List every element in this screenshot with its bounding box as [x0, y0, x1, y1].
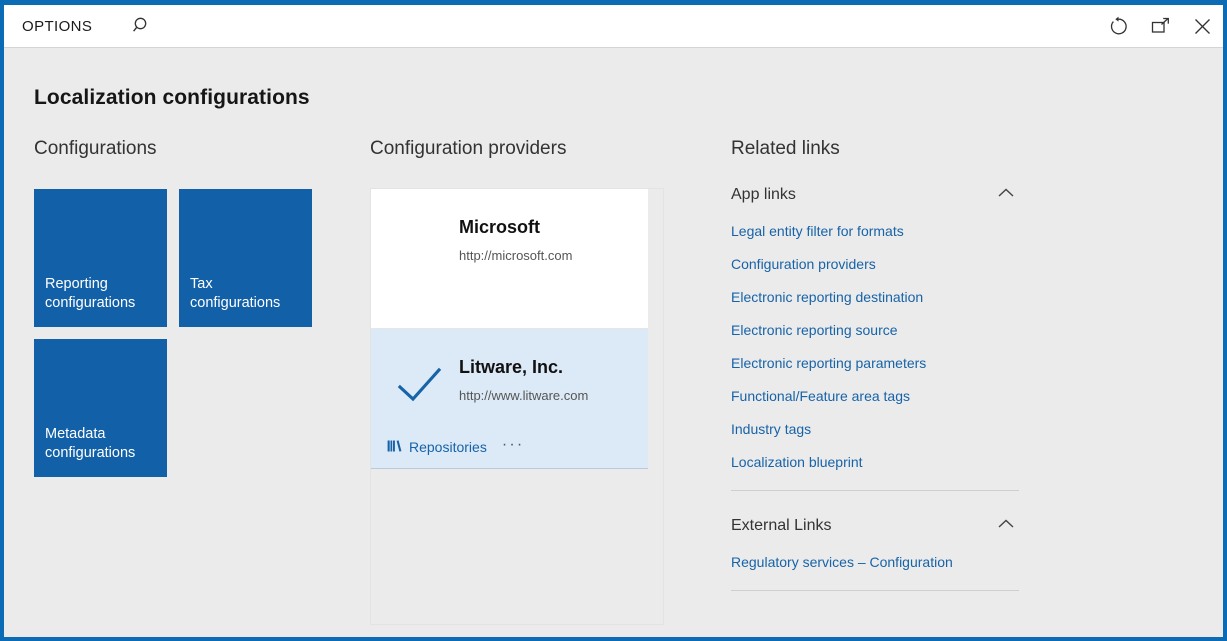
tile-label: Metadata configurations — [45, 426, 136, 461]
related-links-section: Related links App links Legal entity fil… — [731, 138, 1031, 591]
related-links-group-app-links: App links Legal entity filter for format… — [731, 184, 1031, 470]
options-button[interactable]: OPTIONS — [12, 14, 102, 39]
configuration-providers-heading: Configuration providers — [370, 138, 567, 159]
provider-name: Microsoft — [459, 217, 540, 237]
configuration-providers-section: Configuration providers Microsoft http:/… — [370, 138, 690, 625]
related-links-group-external-links: External Links Regulatory services – Con… — [731, 515, 1031, 570]
link-functional-feature-area-tags[interactable]: Functional/Feature area tags — [731, 388, 910, 404]
link-electronic-reporting-source[interactable]: Electronic reporting source — [731, 322, 898, 338]
section-divider-bottom — [731, 590, 1019, 591]
provider-url: http://www.litware.com — [459, 388, 589, 403]
configurations-section: Configurations Reporting configurations … — [34, 138, 334, 477]
group-title: External Links — [731, 517, 832, 534]
repositories-button[interactable]: Repositories — [387, 439, 487, 456]
related-links-heading: Related links — [731, 138, 840, 159]
checkmark-icon — [381, 353, 459, 405]
provider-actions: Repositories ··· — [371, 437, 648, 468]
page-body: Localization configurations Configuratio… — [4, 48, 1223, 637]
tile-tax-configurations[interactable]: Tax configurations — [179, 189, 312, 327]
command-bar: OPTIONS — [4, 5, 1223, 48]
external-links-group-header[interactable]: External Links — [731, 515, 1019, 537]
link-localization-blueprint[interactable]: Localization blueprint — [731, 454, 863, 470]
provider-overflow-menu-button[interactable]: ··· — [500, 437, 527, 456]
provider-url: http://microsoft.com — [459, 248, 573, 263]
link-regulatory-services-configuration[interactable]: Regulatory services – Configuration — [731, 554, 953, 570]
provider-text: Microsoft http://microsoft.com — [459, 213, 572, 263]
provider-text: Litware, Inc. http://www.litware.com — [459, 353, 588, 403]
configuration-providers-list: Microsoft http://microsoft.com Litware, … — [370, 188, 664, 625]
provider-card-body: Microsoft http://microsoft.com — [371, 189, 648, 297]
tile-label: Tax configurations — [190, 276, 281, 311]
tile-label: Reporting configurations — [45, 276, 136, 311]
provider-card-litware[interactable]: Litware, Inc. http://www.litware.com Rep… — [371, 329, 648, 469]
link-industry-tags[interactable]: Industry tags — [731, 421, 811, 437]
group-title: App links — [731, 186, 796, 203]
app-links-group-header[interactable]: App links — [731, 184, 1019, 206]
provider-name: Litware, Inc. — [459, 357, 564, 377]
popout-icon[interactable] — [1139, 5, 1181, 47]
window-controls — [1097, 5, 1223, 47]
provider-check-placeholder — [381, 213, 459, 225]
link-electronic-reporting-destination[interactable]: Electronic reporting destination — [731, 289, 923, 305]
page-title: Localization configurations — [34, 86, 310, 109]
chevron-up-icon — [997, 186, 1015, 204]
tile-metadata-configurations[interactable]: Metadata configurations — [34, 339, 167, 477]
configuration-tile-grid: Reporting configurations Tax configurati… — [34, 189, 314, 477]
provider-card-microsoft[interactable]: Microsoft http://microsoft.com — [371, 189, 648, 329]
books-icon — [387, 439, 402, 456]
provider-card-body: Litware, Inc. http://www.litware.com — [371, 329, 648, 437]
link-legal-entity-filter-for-formats[interactable]: Legal entity filter for formats — [731, 223, 904, 239]
refresh-icon[interactable] — [1097, 5, 1139, 47]
link-electronic-reporting-parameters[interactable]: Electronic reporting parameters — [731, 355, 926, 371]
chevron-up-icon — [997, 517, 1015, 535]
close-icon[interactable] — [1181, 5, 1223, 47]
link-configuration-providers[interactable]: Configuration providers — [731, 256, 876, 272]
application-window: OPTIONS Localization configurations Conf… — [0, 0, 1227, 641]
provider-actions — [371, 297, 648, 328]
repositories-label: Repositories — [409, 439, 487, 455]
configurations-heading: Configurations — [34, 138, 157, 159]
tile-reporting-configurations[interactable]: Reporting configurations — [34, 189, 167, 327]
section-divider-top — [731, 490, 1019, 491]
search-icon[interactable] — [126, 10, 158, 42]
